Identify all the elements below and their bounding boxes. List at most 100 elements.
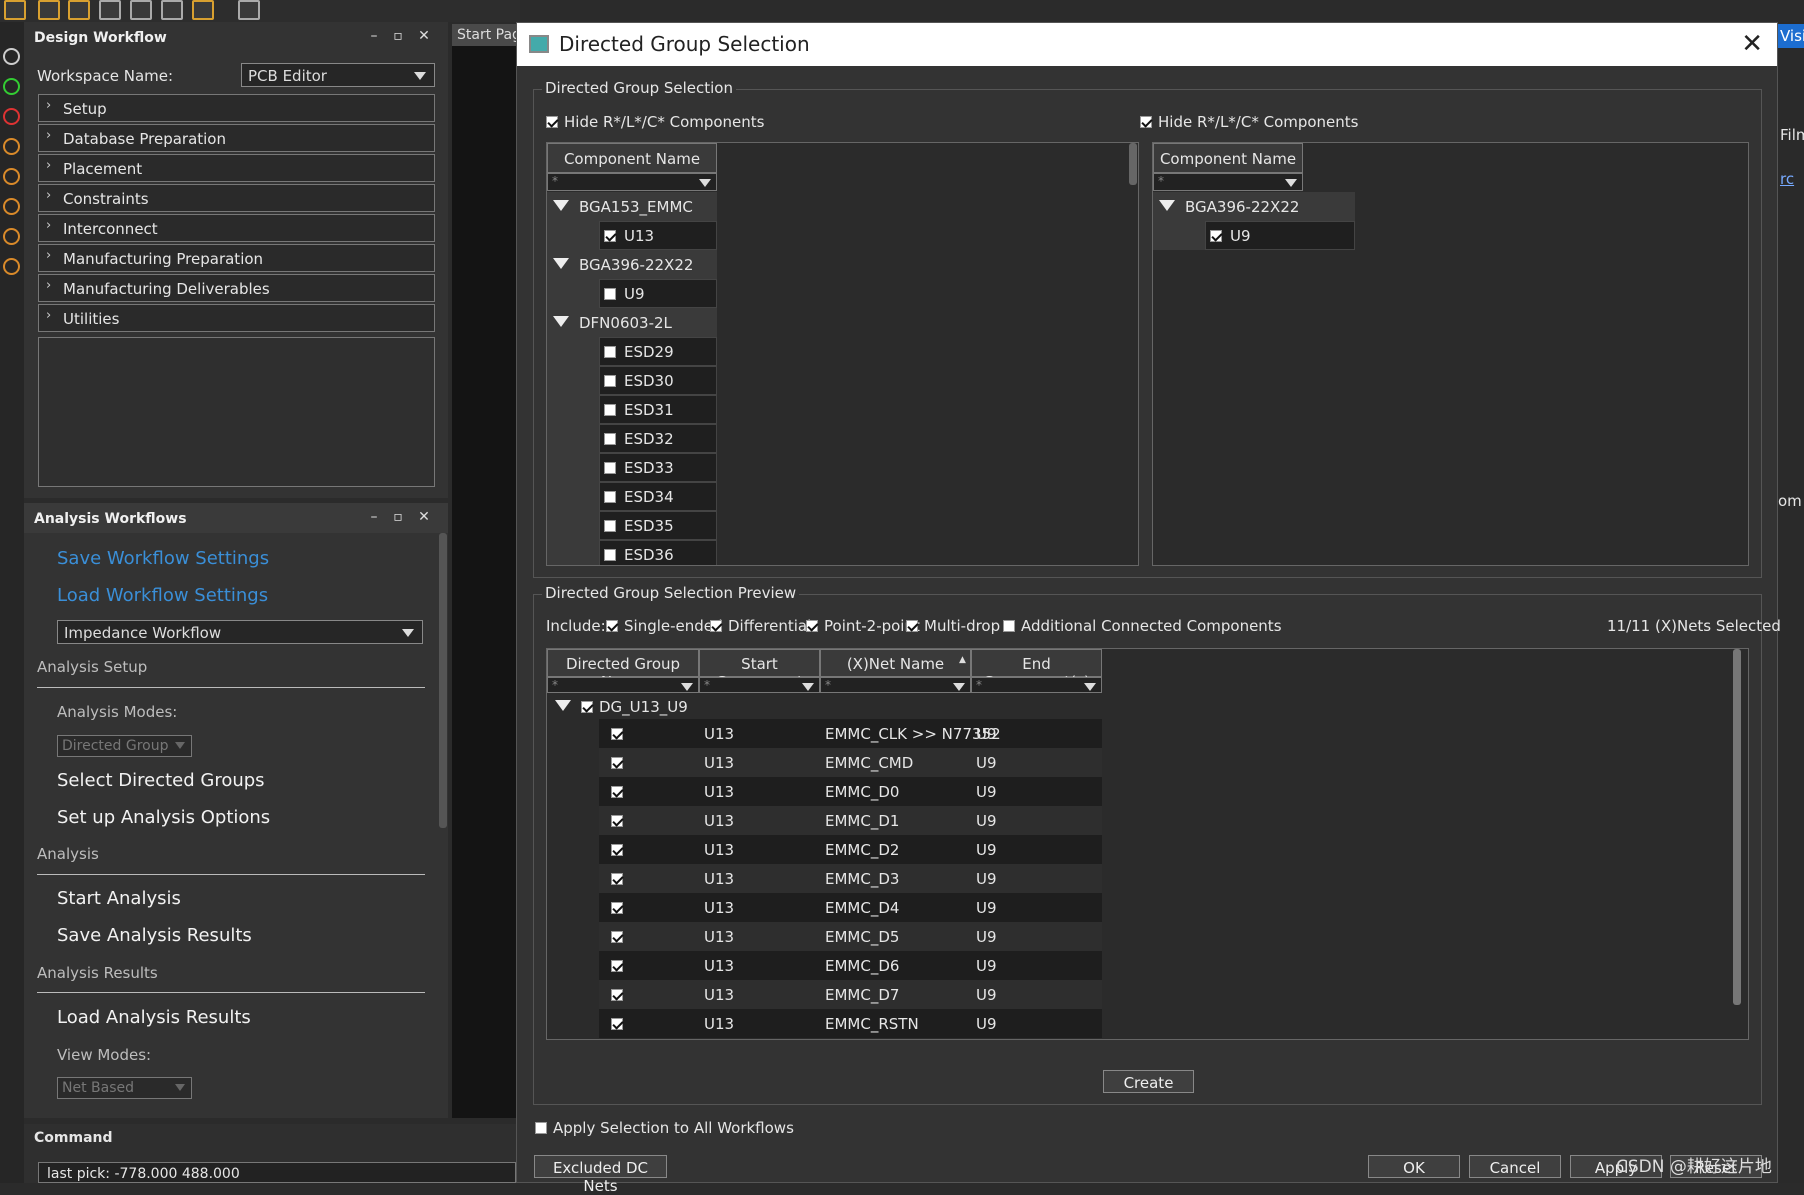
expand-triangle-icon[interactable]: [553, 200, 569, 211]
command-output[interactable]: last pick: -778.000 488.000: [38, 1162, 516, 1183]
row-checkbox[interactable]: [611, 980, 623, 1004]
tree-group-row[interactable]: BGA396-22X22: [553, 256, 693, 274]
tree-leaf-item[interactable]: U13: [599, 221, 717, 250]
component-filter[interactable]: *: [547, 173, 717, 191]
report-icon[interactable]: [161, 0, 183, 20]
tool-icon[interactable]: [3, 138, 20, 155]
hide-rlc-checkbox-left[interactable]: Hide R*/L*/C* Components: [546, 113, 765, 131]
tab-start-page[interactable]: Start Page: [452, 24, 520, 46]
tool-icon[interactable]: [3, 168, 20, 185]
workflow-item[interactable]: › Setup: [38, 94, 435, 122]
tree-leaf-item[interactable]: ESD35: [599, 511, 717, 540]
workflow-item[interactable]: › Manufacturing Preparation: [38, 244, 435, 272]
tree-leaf-item[interactable]: ESD36: [599, 540, 717, 565]
column-filter[interactable]: *: [971, 677, 1102, 693]
pcb-canvas[interactable]: [452, 46, 520, 1118]
tree-leaf-item[interactable]: ESD33: [599, 453, 717, 482]
left-component-tree[interactable]: Component Name * BGA153_EMMC U13 BGA396-22…: [546, 142, 1139, 566]
tree-group-row[interactable]: DFN0603-2L: [553, 314, 672, 332]
row-checkbox[interactable]: [611, 951, 623, 975]
tab-visibility[interactable]: Visi: [1778, 24, 1804, 48]
ok-button[interactable]: OK: [1368, 1155, 1460, 1178]
tree-group-row[interactable]: BGA153_EMMC: [553, 198, 693, 216]
tool-icon[interactable]: [3, 228, 20, 245]
workflow-item[interactable]: › Database Preparation: [38, 124, 435, 152]
include-checkbox[interactable]: Point-2-point: [806, 617, 920, 635]
float-icon[interactable]: ▫: [390, 28, 406, 44]
checkbox-icon[interactable]: [581, 701, 593, 713]
load-analysis-results-action[interactable]: Load Analysis Results: [57, 1007, 251, 1028]
select-icon[interactable]: [68, 0, 90, 20]
row-checkbox[interactable]: [611, 864, 623, 888]
waveform-icon[interactable]: [130, 0, 152, 20]
workflow-icon[interactable]: [4, 0, 26, 20]
workflow-item[interactable]: › Placement: [38, 154, 435, 182]
workflow-item[interactable]: › Utilities: [38, 304, 435, 332]
tree-leaf-item[interactable]: U9: [599, 279, 717, 308]
column-header-component-name[interactable]: Component Name: [1153, 143, 1303, 173]
workflow-item[interactable]: › Manufacturing Deliverables: [38, 274, 435, 302]
tree-leaf-item[interactable]: ESD29: [599, 337, 717, 366]
apply-all-workflows-checkbox[interactable]: Apply Selection to All Workflows: [535, 1119, 794, 1137]
settings-icon[interactable]: [38, 0, 60, 20]
row-checkbox[interactable]: [611, 835, 623, 859]
workflow-select[interactable]: Impedance Workflow: [57, 620, 423, 644]
right-component-tree[interactable]: Component Name * BGA396-22X22 U9: [1152, 142, 1749, 566]
tool-icon[interactable]: [3, 258, 20, 275]
start-analysis-action[interactable]: Start Analysis: [57, 888, 181, 909]
column-header-component-name[interactable]: Component Name: [547, 143, 717, 173]
workspace-select[interactable]: PCB Editor: [241, 63, 435, 87]
row-checkbox[interactable]: [611, 1009, 623, 1033]
column-filter[interactable]: *: [820, 677, 971, 693]
sort-ascending-icon[interactable]: ▲: [959, 655, 966, 665]
directed-group-row[interactable]: DG_U13_U9: [555, 698, 688, 716]
tree-leaf-item[interactable]: ESD31: [599, 395, 717, 424]
save-analysis-results-action[interactable]: Save Analysis Results: [57, 925, 252, 946]
tree-group-row[interactable]: BGA396-22X22: [1159, 198, 1299, 216]
column-header[interactable]: End Component(s): [971, 649, 1102, 691]
expand-triangle-icon[interactable]: [553, 316, 569, 327]
analysis-modes-select[interactable]: Directed Group: [57, 735, 192, 757]
workflow-item[interactable]: › Constraints: [38, 184, 435, 212]
scrollbar-thumb[interactable]: [1129, 143, 1137, 185]
cancel-button[interactable]: Cancel: [1469, 1155, 1561, 1178]
scrollbar[interactable]: [439, 533, 447, 828]
workflow-item[interactable]: › Interconnect: [38, 214, 435, 242]
include-checkbox[interactable]: Differential: [710, 617, 811, 635]
view-modes-select[interactable]: Net Based: [57, 1077, 192, 1099]
column-header[interactable]: Directed Group Name: [547, 649, 699, 691]
tree-leaf-item[interactable]: ESD32: [599, 424, 717, 453]
tree-leaf-item[interactable]: ESD30: [599, 366, 717, 395]
row-checkbox[interactable]: [611, 893, 623, 917]
expand-triangle-icon[interactable]: [553, 258, 569, 269]
tree-leaf-item[interactable]: ESD34: [599, 482, 717, 511]
column-filter[interactable]: *: [547, 677, 699, 693]
add-icon[interactable]: [3, 78, 20, 95]
close-icon[interactable]: ✕: [416, 509, 432, 525]
create-button[interactable]: Create: [1103, 1070, 1194, 1093]
include-checkbox[interactable]: Multi-drop: [906, 617, 1000, 635]
row-checkbox[interactable]: [611, 777, 623, 801]
close-icon[interactable]: ✕: [416, 28, 432, 44]
delete-icon[interactable]: [3, 108, 20, 125]
load-workflow-settings-link[interactable]: Load Workflow Settings: [57, 585, 268, 606]
preview-table[interactable]: Directed Group Name*Start Component*(X)N…: [546, 648, 1749, 1040]
row-checkbox[interactable]: [611, 922, 623, 946]
tree-leaf-item[interactable]: U9: [1205, 221, 1355, 250]
frame-icon[interactable]: [192, 0, 214, 20]
include-checkbox[interactable]: Additional Connected Components: [1003, 617, 1282, 635]
component-filter[interactable]: *: [1153, 173, 1303, 191]
gear-icon[interactable]: [3, 48, 20, 65]
tool-icon[interactable]: [3, 198, 20, 215]
excluded-dc-nets-button[interactable]: Excluded DC Nets: [534, 1155, 667, 1195]
connect-icon[interactable]: [238, 0, 260, 20]
select-directed-groups-action[interactable]: Select Directed Groups: [57, 770, 265, 791]
scrollbar-thumb[interactable]: [1733, 649, 1741, 1005]
row-checkbox[interactable]: [611, 719, 623, 743]
column-header[interactable]: (X)Net Name: [820, 649, 971, 677]
include-checkbox[interactable]: Single-ended: [606, 617, 723, 635]
float-icon[interactable]: ▫: [390, 509, 406, 525]
row-checkbox[interactable]: [611, 806, 623, 830]
expand-triangle-icon[interactable]: [1159, 200, 1175, 211]
column-filter[interactable]: *: [699, 677, 820, 693]
